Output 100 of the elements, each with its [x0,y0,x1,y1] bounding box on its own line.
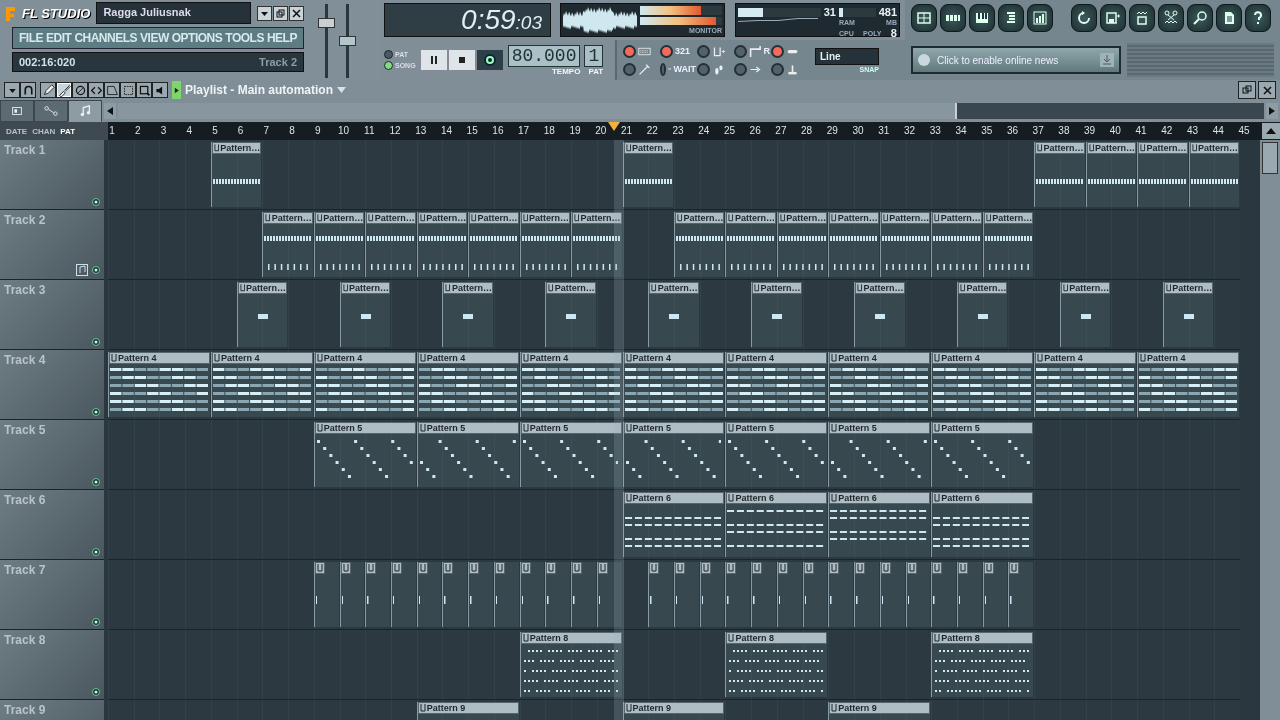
pattern-clip[interactable]: Pattern… [622,142,673,207]
pattern-clip[interactable]: Pattern… [262,212,313,277]
pattern-clip[interactable]: Pattern 8 [519,632,622,697]
pattern-clip[interactable]: Pattern… [957,282,1008,347]
tool-button[interactable] [152,82,168,98]
pattern-clip[interactable]: Pattern 8 [725,632,828,697]
pattern-clip[interactable] [365,562,390,627]
pattern-clip[interactable] [957,562,982,627]
pattern-clip[interactable]: Pattern 5 [622,422,725,487]
pattern-clip[interactable]: Pattern… [313,212,365,277]
pattern-clip[interactable] [391,562,416,627]
pattern-clip[interactable] [313,562,339,627]
pattern-clip[interactable]: Pattern… [648,282,699,347]
pattern-clip[interactable]: Pattern 5 [828,422,931,487]
dropdown-button[interactable] [257,5,272,21]
pattern-clip[interactable]: Pattern… [236,282,288,347]
pattern-clip[interactable]: Pattern… [365,212,416,277]
pattern-clip[interactable] [982,562,1008,627]
pattern-clip[interactable]: Pattern… [416,212,468,277]
slider-thumb[interactable] [318,18,335,29]
pattern-clip[interactable]: Pattern 6 [725,492,828,557]
horizontal-scrollbar[interactable] [118,103,1264,119]
pattern-clip[interactable] [519,562,545,627]
pattern-clip[interactable] [725,562,751,627]
pattern-clip[interactable]: Pattern 4 [416,352,519,417]
pattern-clip[interactable]: Pattern… [210,142,262,207]
song-title-field[interactable]: Ragga Juliusnak [96,2,251,24]
menu-item[interactable]: OPTIONS [171,31,223,45]
scrollbar-thumb[interactable] [118,103,957,119]
pattern-clip[interactable] [776,562,802,627]
pattern-clip[interactable] [931,562,956,627]
pattern-clip[interactable]: Pattern… [931,212,982,277]
pattern-clip[interactable] [493,562,519,627]
pattern-clip[interactable]: Pattern… [776,212,828,277]
pattern-clip[interactable]: Pattern 4 [1137,352,1239,417]
pattern-clip[interactable] [751,562,776,627]
toolbar-button[interactable] [1245,4,1271,32]
pattern-clip[interactable]: Pattern… [1085,142,1137,207]
pattern-clip[interactable] [699,562,725,627]
scroll-up-button[interactable] [1262,123,1280,139]
menu-item[interactable]: VIEW [140,31,169,45]
menu-item[interactable]: EDIT [46,31,72,45]
pattern-clip[interactable] [828,562,854,627]
tempo-display[interactable]: 80.000 [507,44,581,67]
lane-mode-option[interactable]: CHAN [32,126,56,136]
lane-mode-option[interactable]: DATE [6,126,28,136]
pattern-clip[interactable]: Pattern 5 [725,422,828,487]
pattern-clip[interactable] [416,562,442,627]
pattern-clip[interactable]: Pattern 8 [931,632,1034,697]
snap-dropdown[interactable]: Line [815,47,879,65]
toolbar-button[interactable] [1071,4,1097,32]
close-button[interactable] [289,5,304,21]
pattern-clip[interactable] [339,562,365,627]
timeline-ruler[interactable]: 1 2 3 4 5 6 7 8 9 10 11 12 13 14 15 16 17 18 19 20 21 22 23 24 25 26 27 28 29 30 31 32 33 34 35 36 37 38 39 40 41 42 43 44 45 [108,122,1260,140]
pattern-clip[interactable] [468,562,493,627]
stop-button[interactable] [447,49,476,71]
pattern-clip[interactable] [854,562,879,627]
pattern-clip[interactable]: Pattern 4 [313,352,416,417]
menu-item[interactable]: CHANNELS [74,31,138,45]
toolbar-button[interactable] [940,4,966,32]
pattern-clip[interactable]: Pattern… [442,282,493,347]
pattern-clip[interactable]: Pattern 4 [725,352,828,417]
pause-button[interactable] [419,49,448,71]
menu-item[interactable]: HELP [266,31,297,45]
toolbar-button[interactable] [969,4,995,32]
pattern-clip[interactable] [905,562,931,627]
pattern-clip[interactable]: Pattern 6 [931,492,1034,557]
pattern-clip[interactable]: Pattern… [468,212,519,277]
tool-button[interactable] [4,82,20,98]
toolbar-button[interactable] [911,4,937,32]
pattern-clip[interactable]: Pattern… [1059,282,1111,347]
pattern-clip[interactable] [442,562,468,627]
slider-thumb[interactable] [339,36,356,46]
pattern-clip[interactable]: Pattern 6 [828,492,931,557]
toolbar-button[interactable] [1216,4,1242,32]
pattern-clip[interactable]: Pattern 9 [622,702,725,720]
pattern-clip[interactable]: Pattern 4 [1034,352,1137,417]
tool-button[interactable] [136,82,152,98]
menu-item[interactable]: TOOLS [225,31,264,45]
pattern-clip[interactable]: Pattern 5 [519,422,622,487]
tool-button[interactable] [72,82,88,98]
pattern-clip[interactable]: Pattern… [751,282,802,347]
pattern-clip[interactable] [879,562,905,627]
pattern-clip[interactable]: Pattern 4 [622,352,725,417]
pattern-clip[interactable]: Pattern… [982,212,1034,277]
pattern-clip[interactable]: Pattern… [1162,282,1214,347]
pattern-clip[interactable] [802,562,828,627]
pattern-clip[interactable]: Pattern… [828,212,879,277]
tool-button[interactable] [56,82,72,98]
pattern-display[interactable]: 1 [584,44,604,67]
pattern-clip[interactable]: Pattern… [571,212,622,277]
pattern-clip[interactable]: Pattern… [1034,142,1085,207]
pattern-clip[interactable]: Pattern 4 [210,352,313,417]
toolbar-button[interactable] [1158,4,1184,32]
pattern-clip[interactable]: Pattern 4 [519,352,622,417]
pattern-clip[interactable]: Pattern 6 [622,492,725,557]
pattern-clip[interactable] [571,562,596,627]
pattern-clip[interactable]: Pattern 4 [108,352,210,417]
pattern-clip[interactable]: Pattern… [674,212,725,277]
tool-button[interactable] [20,82,36,98]
